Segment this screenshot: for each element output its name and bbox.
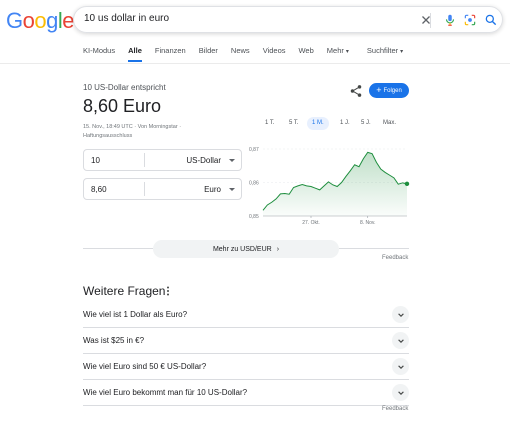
google-logo[interactable]: Google [6,8,75,34]
tab-mehr[interactable]: Mehr ▾ [327,46,349,62]
dropdown-arrow-icon[interactable] [229,159,235,162]
from-currency-field: 10 US-Dollar [83,149,242,171]
divider [339,248,409,249]
conversion-result: 8,60 Euro [83,96,162,116]
tab-finanzen[interactable]: Finanzen [155,46,186,62]
range-1-year[interactable]: 1 J. [335,117,355,130]
tab-label: Alle [128,46,142,55]
faq-feedback-link[interactable]: Feedback [382,406,408,412]
x-tick-label: 8. Nov. [360,220,375,226]
range-1-month[interactable]: 1 M. [307,117,329,130]
chart-area-fill [263,152,407,216]
follow-label: Folgen [383,87,402,94]
to-amount-input[interactable]: 8,60 [91,185,107,194]
chart-current-point [404,181,410,187]
search-bar[interactable]: 10 us dollar in euro [73,6,503,33]
chevron-down-icon[interactable] [392,384,409,401]
plus-icon: + [376,85,382,95]
from-amount-input[interactable]: 10 [91,156,100,165]
tab-label: Mehr [326,46,344,55]
chevron-down-icon: ▾ [345,49,349,55]
field-separator [144,182,145,196]
search-separator [430,13,431,28]
search-icon[interactable] [484,13,498,27]
share-icon[interactable] [349,84,363,98]
follow-button[interactable]: + Folgen [369,83,409,98]
from-currency-select[interactable]: US-Dollar [186,156,221,165]
tab-label: Bilder [198,46,218,55]
faq-question: Was ist $25 in €? [83,336,145,345]
faq-question: Wie viel Euro bekommt man für 10 US-Doll… [83,388,248,397]
tab-news[interactable]: News [231,46,250,62]
x-tick-label: 27. Okt. [302,220,320,226]
tab-bilder[interactable]: Bilder [199,46,218,62]
tab-label: News [230,46,250,55]
y-tick-label: 0,85 [249,214,259,220]
time-range-selector: 1 T. 5 T. 1 M. 1 J. 5 J. Max. [257,117,409,131]
range-max[interactable]: Max. [378,117,401,130]
conversion-meta: 15. Nov., 18:49 UTC · Von Morningstar · … [83,124,182,139]
faq-item[interactable]: Wie viel ist 1 Dollar als Euro? [83,301,409,327]
tab-label: Videos [262,46,286,55]
more-options-icon[interactable] [165,286,171,296]
tab-videos[interactable]: Videos [263,46,286,62]
tab-web[interactable]: Web [298,46,313,62]
tab-label: KI-Modus [83,46,116,55]
chevron-down-icon[interactable] [392,358,409,375]
chevron-down-icon: ▾ [400,49,404,55]
lens-icon[interactable] [463,13,477,27]
logo-letter-g2: g [46,8,58,33]
search-tabs: KI-Modus Alle Finanzen Bilder News Video… [83,46,416,62]
logo-letter-o1: o [22,8,35,33]
faq-title: Weitere Fragen [83,284,166,298]
range-5-days[interactable]: 5 T. [284,117,304,130]
tab-ki-modus[interactable]: KI-Modus [83,46,115,62]
search-input[interactable]: 10 us dollar in euro [84,13,169,24]
chevron-down-icon[interactable] [392,332,409,349]
tab-label: Web [298,46,314,55]
y-tick-label: 0,86 [249,181,259,187]
faq-item[interactable]: Was ist $25 in €? [83,327,409,353]
dropdown-arrow-icon[interactable] [229,188,235,191]
conversion-subtitle: 10 US-Dollar entspricht [83,83,166,92]
range-1-day[interactable]: 1 T. [260,117,280,130]
feedback-link[interactable]: Feedback [382,255,408,261]
field-separator [144,153,145,167]
header-divider [0,63,510,64]
mic-icon[interactable] [443,13,457,27]
logo-letter-g: G [6,8,23,33]
faq-question: Wie viel ist 1 Dollar als Euro? [83,310,188,319]
chevron-right-icon: › [276,245,280,253]
more-label: Mehr zu USD/EUR [212,245,272,253]
faq-item[interactable]: Wie viel Euro bekommt man für 10 US-Doll… [83,379,409,405]
tab-suchfilter[interactable]: Suchfilter ▾ [367,46,403,62]
faq-divider [83,405,409,406]
range-5-years[interactable]: 5 J. [356,117,376,130]
logo-letter-o2: o [34,8,47,33]
tab-alle[interactable]: Alle [128,46,142,62]
faq-question: Wie viel Euro sind 50 € US-Dollar? [83,362,207,371]
faq-item[interactable]: Wie viel Euro sind 50 € US-Dollar? [83,353,409,379]
tab-label: Suchfilter [366,46,399,55]
to-currency-select[interactable]: Euro [204,185,221,194]
y-tick-label: 0,87 [249,147,259,153]
more-usd-eur-button[interactable]: Mehr zu USD/EUR › [153,240,339,258]
tab-label: Finanzen [154,46,186,55]
to-currency-field: 8,60 Euro [83,178,242,200]
exchange-rate-chart[interactable]: 0,87 0,86 0,85 27. Okt. 8. Nov. [247,140,412,232]
divider [83,248,153,249]
chevron-down-icon[interactable] [392,306,409,323]
